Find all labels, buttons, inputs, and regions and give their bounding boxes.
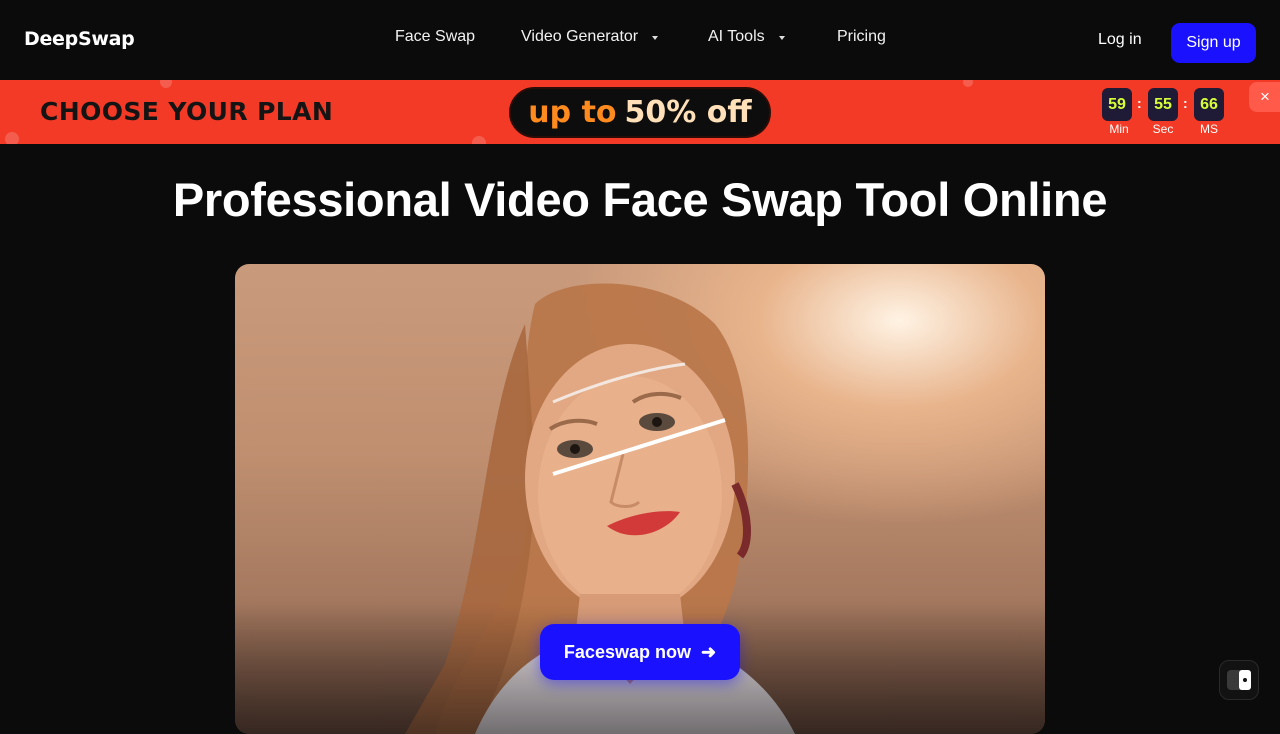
nav-video-generator-label: Video Generator — [521, 28, 639, 45]
signup-button[interactable]: Sign up — [1171, 23, 1256, 63]
top-navbar: DeepSwap Face Swap Video Generator AI To… — [0, 0, 1280, 80]
nav-ai-tools[interactable]: AI Tools — [708, 28, 785, 46]
timer-ms: 66 — [1194, 88, 1224, 121]
timer-seconds-label: Sec — [1152, 122, 1174, 136]
promo-title: CHOOSE YOUR PLAN — [40, 97, 334, 126]
faceswap-now-label: Faceswap now — [563, 641, 691, 662]
timer-seconds: 55 — [1148, 88, 1178, 121]
chevron-down-icon — [778, 36, 785, 40]
page-title: Professional Video Face Swap Tool Online — [172, 173, 1108, 226]
timer-separator: : — [1183, 95, 1188, 111]
timer-minutes: 59 — [1102, 88, 1132, 121]
deepswap-logo[interactable]: DeepSwap — [24, 28, 135, 50]
nav-pricing-label: Pricing — [837, 28, 886, 45]
signup-button-label: Sign up — [1186, 34, 1241, 51]
timer-separator: : — [1137, 95, 1142, 111]
close-icon-glyph: × — [1260, 87, 1270, 106]
discount-pill: up to 50% off — [509, 87, 771, 138]
close-icon[interactable]: × — [1249, 82, 1280, 112]
timer-ms-label: MS — [1200, 122, 1218, 136]
decorative-bubble — [963, 80, 973, 87]
offer-value: 50% off — [624, 95, 752, 130]
chat-icon — [1227, 670, 1251, 690]
login-link[interactable]: Log in — [1098, 31, 1142, 49]
decorative-bubble — [160, 80, 172, 88]
nav-ai-tools-label: AI Tools — [708, 28, 765, 45]
decorative-bubble — [5, 132, 19, 144]
chat-widget-button[interactable] — [1219, 660, 1259, 700]
arrow-right-icon: ➜ — [700, 641, 717, 662]
faceswap-now-button[interactable]: Faceswap now ➜ — [540, 624, 740, 680]
nav-face-swap-label: Face Swap — [395, 28, 476, 45]
timer-minutes-label: Min — [1109, 122, 1129, 136]
chevron-down-icon — [652, 36, 659, 40]
decorative-bubble — [472, 136, 486, 144]
nav-video-generator[interactable]: Video Generator — [521, 28, 659, 46]
nav-pricing[interactable]: Pricing — [837, 28, 886, 46]
offer-prefix: up to — [528, 95, 617, 130]
promo-banner[interactable]: CHOOSE YOUR PLAN up to 50% off 59 : 55 :… — [0, 80, 1280, 144]
nav-face-swap[interactable]: Face Swap — [395, 28, 475, 46]
